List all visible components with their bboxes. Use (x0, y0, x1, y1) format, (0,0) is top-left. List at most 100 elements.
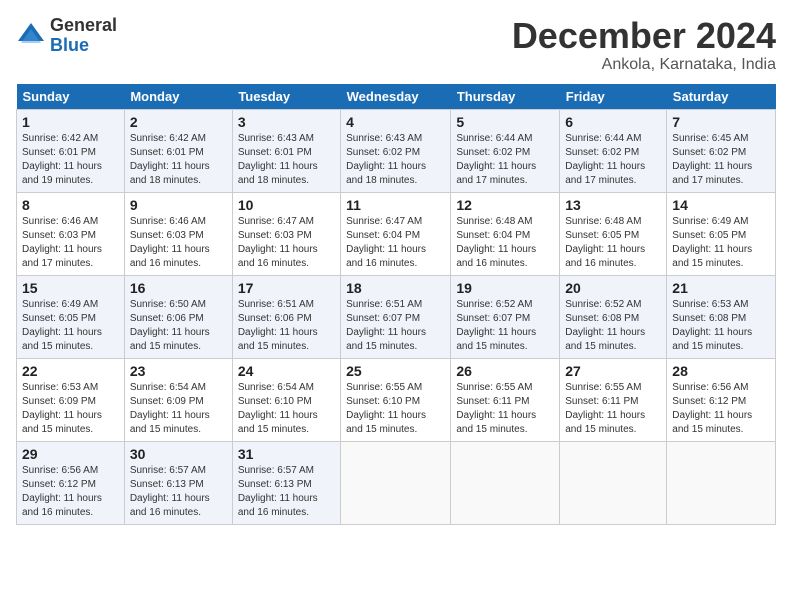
calendar-week-row: 1Sunrise: 6:42 AM Sunset: 6:01 PM Daylig… (17, 109, 776, 192)
day-number: 25 (346, 363, 445, 379)
day-number: 10 (238, 197, 335, 213)
page-container: General Blue December 2024 Ankola, Karna… (0, 0, 792, 533)
calendar-cell: 12Sunrise: 6:48 AM Sunset: 6:04 PM Dayli… (451, 192, 560, 275)
col-tuesday: Tuesday (232, 84, 340, 110)
day-number: 24 (238, 363, 335, 379)
logo-icon (16, 21, 46, 51)
month-title: December 2024 (512, 16, 776, 56)
day-info: Sunrise: 6:57 AM Sunset: 6:13 PM Dayligh… (238, 464, 335, 520)
day-number: 8 (22, 197, 119, 213)
header: General Blue December 2024 Ankola, Karna… (16, 16, 776, 74)
day-info: Sunrise: 6:52 AM Sunset: 6:08 PM Dayligh… (565, 298, 661, 354)
calendar-cell: 13Sunrise: 6:48 AM Sunset: 6:05 PM Dayli… (560, 192, 667, 275)
day-info: Sunrise: 6:54 AM Sunset: 6:09 PM Dayligh… (130, 381, 227, 437)
calendar-cell: 2 Sunrise: 6:42 AM Sunset: 6:01 PM Daylig… (124, 109, 232, 192)
day-info: Sunrise: 6:53 AM Sunset: 6:09 PM Dayligh… (22, 381, 119, 437)
calendar-cell: 6 Sunrise: 6:44 AM Sunset: 6:02 PM Daylig… (560, 109, 667, 192)
day-info: Sunrise: 6:51 AM Sunset: 6:06 PM Dayligh… (238, 298, 335, 354)
calendar-week-row: 8Sunrise: 6:46 AM Sunset: 6:03 PM Daylig… (17, 192, 776, 275)
day-number: 4 (346, 114, 445, 130)
calendar-cell (341, 441, 451, 524)
calendar-cell: 7 Sunrise: 6:45 AM Sunset: 6:02 PM Daylig… (667, 109, 776, 192)
calendar-week-row: 15 Sunrise: 6:49 AM Sunset: 6:05 PM Dayli… (17, 275, 776, 358)
day-number: 14 (672, 197, 770, 213)
day-number: 5 (456, 114, 554, 130)
day-info: Sunrise: 6:57 AM Sunset: 6:13 PM Dayligh… (130, 464, 227, 520)
day-number: 16 (130, 280, 227, 296)
calendar-cell: 15 Sunrise: 6:49 AM Sunset: 6:05 PM Dayli… (17, 275, 125, 358)
day-info: Sunrise: 6:50 AM Sunset: 6:06 PM Dayligh… (130, 298, 227, 354)
calendar-header-row: Sunday Monday Tuesday Wednesday Thursday… (17, 84, 776, 110)
day-info: Sunrise: 6:44 AM Sunset: 6:02 PM Dayligh… (565, 132, 661, 188)
day-number: 3 (238, 114, 335, 130)
col-wednesday: Wednesday (341, 84, 451, 110)
day-info: Sunrise: 6:51 AM Sunset: 6:07 PM Dayligh… (346, 298, 445, 354)
day-number: 7 (672, 114, 770, 130)
logo-general-text: General (50, 16, 117, 36)
day-info: Sunrise: 6:43 AM Sunset: 6:01 PM Dayligh… (238, 132, 335, 188)
day-number: 18 (346, 280, 445, 296)
day-info: Sunrise: 6:47 AM Sunset: 6:03 PM Dayligh… (238, 215, 335, 271)
title-section: December 2024 Ankola, Karnataka, India (512, 16, 776, 74)
calendar-cell: 26 Sunrise: 6:55 AM Sunset: 6:11 PM Dayli… (451, 358, 560, 441)
calendar-cell (667, 441, 776, 524)
calendar-cell: 3 Sunrise: 6:43 AM Sunset: 6:01 PM Daylig… (232, 109, 340, 192)
calendar-cell: 9Sunrise: 6:46 AM Sunset: 6:03 PM Daylig… (124, 192, 232, 275)
day-number: 29 (22, 446, 119, 462)
day-number: 12 (456, 197, 554, 213)
day-info: Sunrise: 6:56 AM Sunset: 6:12 PM Dayligh… (672, 381, 770, 437)
col-saturday: Saturday (667, 84, 776, 110)
day-number: 30 (130, 446, 227, 462)
logo: General Blue (16, 16, 117, 56)
day-number: 15 (22, 280, 119, 296)
day-info: Sunrise: 6:45 AM Sunset: 6:02 PM Dayligh… (672, 132, 770, 188)
day-info: Sunrise: 6:42 AM Sunset: 6:01 PM Dayligh… (22, 132, 119, 188)
calendar-cell: 24 Sunrise: 6:54 AM Sunset: 6:10 PM Dayli… (232, 358, 340, 441)
day-info: Sunrise: 6:49 AM Sunset: 6:05 PM Dayligh… (22, 298, 119, 354)
calendar-cell: 16 Sunrise: 6:50 AM Sunset: 6:06 PM Dayli… (124, 275, 232, 358)
day-number: 21 (672, 280, 770, 296)
calendar-cell: 21 Sunrise: 6:53 AM Sunset: 6:08 PM Dayli… (667, 275, 776, 358)
calendar-cell: 8Sunrise: 6:46 AM Sunset: 6:03 PM Daylig… (17, 192, 125, 275)
day-info: Sunrise: 6:49 AM Sunset: 6:05 PM Dayligh… (672, 215, 770, 271)
day-number: 2 (130, 114, 227, 130)
calendar-cell: 5 Sunrise: 6:44 AM Sunset: 6:02 PM Daylig… (451, 109, 560, 192)
day-number: 26 (456, 363, 554, 379)
calendar-cell: 17 Sunrise: 6:51 AM Sunset: 6:06 PM Dayli… (232, 275, 340, 358)
calendar-cell: 10 Sunrise: 6:47 AM Sunset: 6:03 PM Dayli… (232, 192, 340, 275)
day-number: 13 (565, 197, 661, 213)
day-info: Sunrise: 6:44 AM Sunset: 6:02 PM Dayligh… (456, 132, 554, 188)
day-number: 17 (238, 280, 335, 296)
calendar-cell: 23 Sunrise: 6:54 AM Sunset: 6:09 PM Dayli… (124, 358, 232, 441)
day-info: Sunrise: 6:43 AM Sunset: 6:02 PM Dayligh… (346, 132, 445, 188)
calendar-cell: 31 Sunrise: 6:57 AM Sunset: 6:13 PM Dayli… (232, 441, 340, 524)
day-info: Sunrise: 6:53 AM Sunset: 6:08 PM Dayligh… (672, 298, 770, 354)
calendar-week-row: 29 Sunrise: 6:56 AM Sunset: 6:12 PM Dayli… (17, 441, 776, 524)
calendar-cell: 29 Sunrise: 6:56 AM Sunset: 6:12 PM Dayli… (17, 441, 125, 524)
col-thursday: Thursday (451, 84, 560, 110)
day-info: Sunrise: 6:55 AM Sunset: 6:11 PM Dayligh… (456, 381, 554, 437)
calendar-cell: 25Sunrise: 6:55 AM Sunset: 6:10 PM Dayli… (341, 358, 451, 441)
day-info: Sunrise: 6:47 AM Sunset: 6:04 PM Dayligh… (346, 215, 445, 271)
day-info: Sunrise: 6:56 AM Sunset: 6:12 PM Dayligh… (22, 464, 119, 520)
day-number: 27 (565, 363, 661, 379)
calendar-cell: 19 Sunrise: 6:52 AM Sunset: 6:07 PM Dayli… (451, 275, 560, 358)
day-number: 19 (456, 280, 554, 296)
day-number: 6 (565, 114, 661, 130)
day-number: 22 (22, 363, 119, 379)
calendar-cell (451, 441, 560, 524)
day-number: 23 (130, 363, 227, 379)
day-info: Sunrise: 6:55 AM Sunset: 6:11 PM Dayligh… (565, 381, 661, 437)
calendar-cell: 4 Sunrise: 6:43 AM Sunset: 6:02 PM Daylig… (341, 109, 451, 192)
calendar-cell: 27 Sunrise: 6:55 AM Sunset: 6:11 PM Dayli… (560, 358, 667, 441)
day-info: Sunrise: 6:54 AM Sunset: 6:10 PM Dayligh… (238, 381, 335, 437)
day-number: 9 (130, 197, 227, 213)
col-monday: Monday (124, 84, 232, 110)
day-number: 31 (238, 446, 335, 462)
calendar-cell: 28Sunrise: 6:56 AM Sunset: 6:12 PM Dayli… (667, 358, 776, 441)
day-number: 11 (346, 197, 445, 213)
day-info: Sunrise: 6:52 AM Sunset: 6:07 PM Dayligh… (456, 298, 554, 354)
calendar-cell: 11 Sunrise: 6:47 AM Sunset: 6:04 PM Dayli… (341, 192, 451, 275)
day-info: Sunrise: 6:42 AM Sunset: 6:01 PM Dayligh… (130, 132, 227, 188)
logo-text: General Blue (50, 16, 117, 56)
